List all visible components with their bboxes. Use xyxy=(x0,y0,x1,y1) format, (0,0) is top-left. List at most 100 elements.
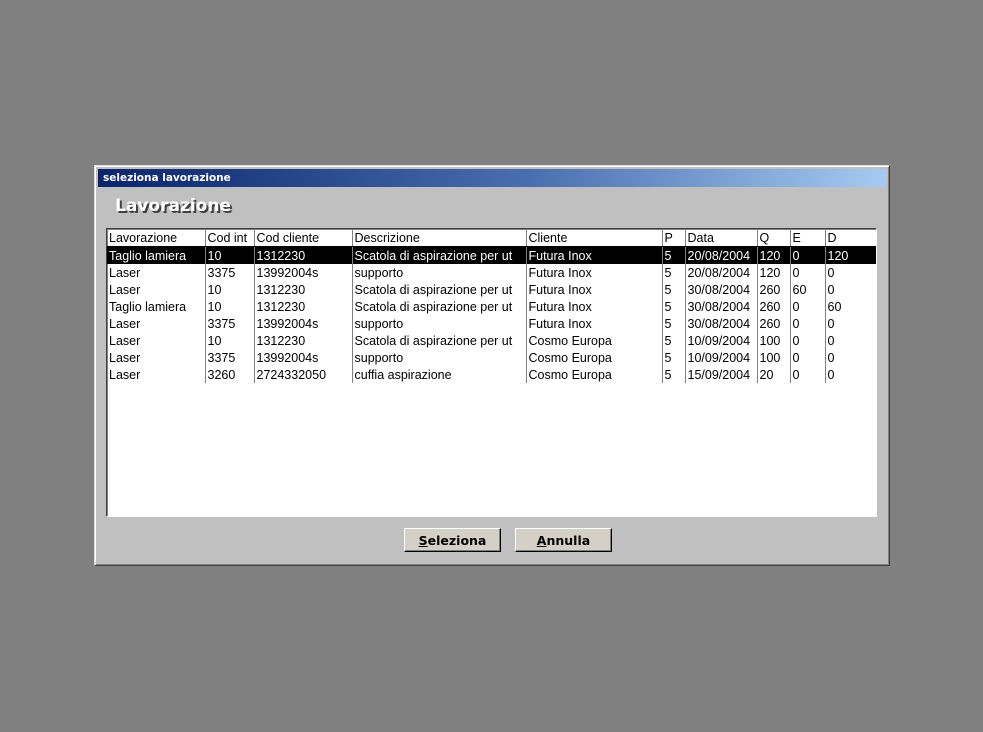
cell-lavorazione: Laser xyxy=(107,349,206,366)
cell-cod-int: 10 xyxy=(205,332,255,349)
column-header-lavorazione[interactable]: Lavorazione xyxy=(107,229,206,247)
cell-q: 120 xyxy=(757,264,791,281)
cell-descrizione: cuffia aspirazione xyxy=(352,366,527,383)
cell-descrizione: supporto xyxy=(352,349,527,366)
table-row[interactable]: Laser 10 1312230 Scatola di aspirazione per… xyxy=(107,281,876,298)
cell-cliente: Futura Inox xyxy=(526,246,663,264)
cell-d: 0 xyxy=(825,281,876,298)
cell-q: 20 xyxy=(757,366,791,383)
cell-cod-cliente: 13992004s xyxy=(254,264,353,281)
select-button-mnemonic: S xyxy=(418,532,428,548)
column-header-cod-cliente[interactable]: Cod cliente xyxy=(254,229,353,247)
work-table: Lavorazione Cod int Cod cliente Descrizi… xyxy=(107,229,876,383)
cell-data: 10/09/2004 xyxy=(685,332,758,349)
column-header-q[interactable]: Q xyxy=(757,229,791,247)
cell-q: 120 xyxy=(757,246,791,264)
cell-p: 5 xyxy=(662,332,686,349)
table-row[interactable]: Laser 3375 13992004s supporto Futura Inox 5 20… xyxy=(107,264,876,281)
cell-d: 120 xyxy=(825,246,876,264)
cell-cliente: Futura Inox xyxy=(526,298,663,315)
cell-descrizione: Scatola di aspirazione per ut xyxy=(352,246,527,264)
cell-e: 0 xyxy=(790,315,826,332)
cell-cod-int: 10 xyxy=(205,246,255,264)
cell-q: 100 xyxy=(757,332,791,349)
cell-cod-cliente: 13992004s xyxy=(254,349,353,366)
cell-q: 100 xyxy=(757,349,791,366)
cell-e: 0 xyxy=(790,298,826,315)
cell-p: 5 xyxy=(662,264,686,281)
table-row[interactable]: Laser 3375 13992004s supporto Futura Inox 5 30… xyxy=(107,315,876,332)
cell-data: 30/08/2004 xyxy=(685,315,758,332)
cell-e: 0 xyxy=(790,332,826,349)
cell-e: 0 xyxy=(790,246,826,264)
select-button-label: eleziona xyxy=(427,532,487,548)
table-row[interactable]: Laser 10 1312230 Scatola di aspirazione per… xyxy=(107,332,876,349)
cell-descrizione: supporto xyxy=(352,315,527,332)
cancel-button[interactable]: Annulla xyxy=(515,528,612,552)
table-body: Taglio lamiera 10 1312230 Scatola di aspira… xyxy=(107,246,876,383)
cell-p: 5 xyxy=(662,281,686,298)
cell-cliente: Futura Inox xyxy=(526,281,663,298)
cell-d: 0 xyxy=(825,366,876,383)
cell-p: 5 xyxy=(662,315,686,332)
cell-cod-cliente: 1312230 xyxy=(254,298,353,315)
work-list[interactable]: Lavorazione Cod int Cod cliente Descrizi… xyxy=(106,228,877,517)
cell-descrizione: Scatola di aspirazione per ut xyxy=(352,332,527,349)
table-header-row: Lavorazione Cod int Cod cliente Descrizi… xyxy=(107,229,876,247)
column-header-data[interactable]: Data xyxy=(685,229,758,247)
cell-descrizione: Scatola di aspirazione per ut xyxy=(352,281,527,298)
section-heading: Lavorazione xyxy=(115,196,231,216)
column-header-p[interactable]: P xyxy=(662,229,686,247)
dialog-title: seleziona lavorazione xyxy=(103,172,231,184)
cell-data: 15/09/2004 xyxy=(685,366,758,383)
cell-data: 30/08/2004 xyxy=(685,298,758,315)
table-row[interactable]: Laser 3260 2724332050 cuffia aspirazione Cos… xyxy=(107,366,876,383)
column-header-cod-int[interactable]: Cod int xyxy=(205,229,255,247)
cell-cliente: Cosmo Europa xyxy=(526,366,663,383)
cell-cod-cliente: 13992004s xyxy=(254,315,353,332)
cell-cod-cliente: 2724332050 xyxy=(254,366,353,383)
column-header-descrizione[interactable]: Descrizione xyxy=(352,229,527,247)
cell-q: 260 xyxy=(757,298,791,315)
cell-data: 20/08/2004 xyxy=(685,246,758,264)
cell-d: 0 xyxy=(825,349,876,366)
cell-p: 5 xyxy=(662,246,686,264)
cell-cod-int: 3260 xyxy=(205,366,255,383)
cancel-button-label: nnulla xyxy=(546,532,591,548)
cell-descrizione: Scatola di aspirazione per ut xyxy=(352,298,527,315)
column-header-e[interactable]: E xyxy=(790,229,826,247)
cell-data: 30/08/2004 xyxy=(685,281,758,298)
cell-d: 0 xyxy=(825,264,876,281)
table-row[interactable]: Laser 3375 13992004s supporto Cosmo Europa 5 1… xyxy=(107,349,876,366)
cell-e: 0 xyxy=(790,264,826,281)
cell-cod-int: 3375 xyxy=(205,264,255,281)
cell-p: 5 xyxy=(662,349,686,366)
cell-cod-cliente: 1312230 xyxy=(254,246,353,264)
cell-e: 0 xyxy=(790,366,826,383)
cell-cliente: Futura Inox xyxy=(526,315,663,332)
dialog-titlebar[interactable]: seleziona lavorazione xyxy=(98,169,886,187)
cell-lavorazione: Taglio lamiera xyxy=(107,246,206,264)
cell-cod-int: 10 xyxy=(205,298,255,315)
cell-d: 60 xyxy=(825,298,876,315)
table-row[interactable]: Taglio lamiera 10 1312230 Scatola di aspira… xyxy=(107,298,876,315)
table-row[interactable]: Taglio lamiera 10 1312230 Scatola di aspira… xyxy=(107,246,876,264)
cell-e: 0 xyxy=(790,349,826,366)
cell-q: 260 xyxy=(757,315,791,332)
cell-cod-int: 10 xyxy=(205,281,255,298)
cell-lavorazione: Laser xyxy=(107,281,206,298)
cell-p: 5 xyxy=(662,298,686,315)
cell-data: 20/08/2004 xyxy=(685,264,758,281)
cell-cod-cliente: 1312230 xyxy=(254,332,353,349)
cell-p: 5 xyxy=(662,366,686,383)
cell-lavorazione: Laser xyxy=(107,315,206,332)
cell-lavorazione: Laser xyxy=(107,264,206,281)
select-button[interactable]: Seleziona xyxy=(404,528,501,552)
cell-e: 60 xyxy=(790,281,826,298)
cell-cliente: Futura Inox xyxy=(526,264,663,281)
cell-lavorazione: Laser xyxy=(107,366,206,383)
select-work-dialog: seleziona lavorazione Lavorazione Lavora… xyxy=(94,165,890,566)
column-header-cliente[interactable]: Cliente xyxy=(526,229,663,247)
column-header-d[interactable]: D xyxy=(825,229,876,247)
cell-descrizione: supporto xyxy=(352,264,527,281)
